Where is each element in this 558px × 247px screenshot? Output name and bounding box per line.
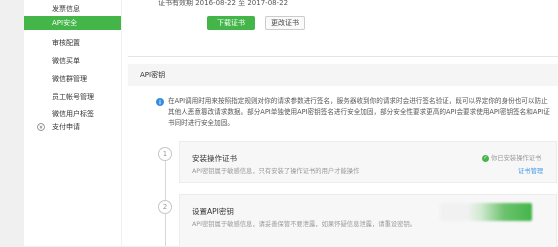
api-key-notice: 在API调用时用来按照指定规则对你的请求参数进行签名，服务器收到你的请求时会进行… [168,97,550,127]
sidebar-item-review-config[interactable]: 审核配置 [24,36,121,50]
sidebar-item-label: API安全 [52,19,78,27]
sidebar-item-wechat-group-management[interactable]: 微信群管理 [24,72,121,86]
sidebar-item-label: 员工帐号管理 [52,93,94,101]
sidebar-item-invoice-info[interactable]: 发票信息 [24,2,121,16]
step-desc-set-api-key: API密钥属于敏感信息，请妥善保管不要泄露，如果怀疑信息泄露，请重设密钥。 [192,221,417,228]
steps-connector [165,152,166,246]
sidebar-group-pay-application[interactable]: 支付申请 [24,120,121,134]
sidebar-item-label: 微信买单 [52,57,80,65]
pay-circle-icon [37,123,45,131]
download-certificate-button[interactable]: 下载证书 [207,16,255,30]
change-certificate-button[interactable]: 更改证书 [265,16,305,30]
sidebar-item-label: 微信用户标签 [52,110,94,118]
sidebar-item-staff-account-management[interactable]: 员工帐号管理 [24,90,121,104]
sidebar-item-label: 发票信息 [52,5,80,13]
step-title-install-certificate: 安装操作证书 [192,154,237,163]
sidebar-item-wechat-pay-bill[interactable]: 微信买单 [24,54,121,68]
info-icon [156,98,164,106]
certificate-installed-status: ✓ 你已安装操作证书 [482,153,541,162]
sidebar: 发票信息 API安全 审核配置 微信买单 微信群管理 员工帐号管理 微信用户标签… [24,0,121,246]
step-title-set-api-key: 设置API密钥 [192,207,234,216]
sidebar-item-label: 审核配置 [52,39,80,47]
certificate-installed-label: 你已安装操作证书 [491,155,542,162]
api-key-section-title: API密钥 [140,71,166,79]
set-api-key-button[interactable] [440,203,532,221]
section-divider [128,56,558,57]
sidebar-item-wechat-user-tags[interactable]: 微信用户标签 [24,107,121,121]
step-desc-install-certificate: API密钥属于敏感信息，只有安装了操作证书的用户才能操作 [192,168,360,175]
check-circle-icon: ✓ [482,154,489,162]
main-panel: 证书有效期 2016-08-22 至 2017-08-22 下载证书 更改证书 … [122,0,558,247]
sidebar-group-label: 支付申请 [52,123,80,131]
api-key-section-header [128,64,558,86]
step-number-2: 2 [158,200,172,214]
sidebar-item-api-security[interactable]: API安全 [24,16,121,30]
sidebar-item-label: 微信群管理 [52,75,87,83]
certificate-validity: 证书有效期 2016-08-22 至 2017-08-22 [158,0,289,7]
step-number-1: 1 [158,147,172,161]
certificate-management-link[interactable]: 证书管理 [518,166,543,175]
